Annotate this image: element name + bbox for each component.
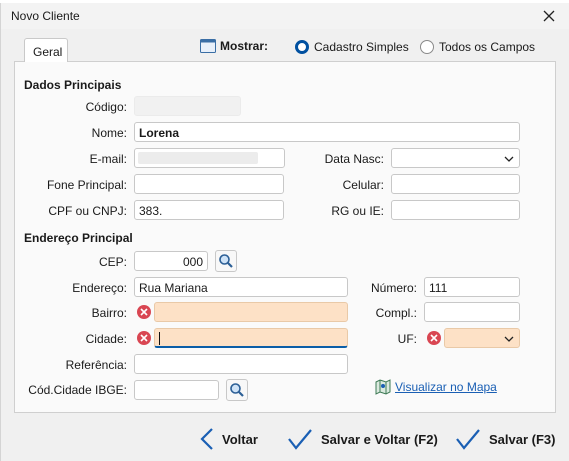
radio-todos-campos-label: Todos os Campos xyxy=(439,40,536,54)
uf-select[interactable] xyxy=(444,328,520,348)
fone-label: Fone Principal: xyxy=(46,178,127,192)
cep-label: CEP: xyxy=(98,255,127,269)
chevron-left-icon xyxy=(200,428,213,450)
cep-field[interactable]: 000 xyxy=(134,251,208,271)
radio-cadastro-simples-label: Cadastro Simples xyxy=(314,40,409,54)
text-cursor xyxy=(159,332,160,345)
codigo-label: Código: xyxy=(85,100,127,114)
salvar-label: Salvar (F3) xyxy=(489,431,556,447)
map-icon xyxy=(375,379,391,395)
salvar-voltar-label: Salvar e Voltar (F2) xyxy=(321,431,438,447)
mostrar-label: Mostrar: xyxy=(220,39,269,53)
mostrar-group: Mostrar: xyxy=(200,39,268,53)
endereco-field[interactable]: Rua Mariana xyxy=(134,277,348,297)
compl-field[interactable] xyxy=(424,302,520,322)
voltar-label: Voltar xyxy=(222,431,258,447)
numero-field[interactable]: 111 xyxy=(424,277,520,297)
visualizar-mapa-label: Visualizar no Mapa xyxy=(395,380,497,394)
radio-unselected-icon xyxy=(420,40,434,54)
referencia-field[interactable] xyxy=(134,354,348,374)
cidade-field[interactable] xyxy=(154,328,348,348)
salvar-button[interactable]: Salvar (F3) xyxy=(455,427,555,451)
close-icon[interactable] xyxy=(539,6,559,26)
voltar-button[interactable]: Voltar xyxy=(200,427,258,451)
data-nasc-label: Data Nasc: xyxy=(324,152,384,166)
bairro-field[interactable] xyxy=(154,302,348,322)
codigo-field xyxy=(134,96,241,116)
window-title: Novo Cliente xyxy=(11,9,80,23)
bairro-label: Bairro: xyxy=(91,306,127,320)
data-nasc-select[interactable] xyxy=(391,148,520,168)
celular-field[interactable] xyxy=(391,174,520,194)
section-dados-principais: Dados Principais xyxy=(24,78,122,92)
search-icon xyxy=(219,254,233,268)
salvar-voltar-button[interactable]: Salvar e Voltar (F2) xyxy=(287,427,438,451)
error-icon xyxy=(137,331,151,345)
error-icon xyxy=(137,305,151,319)
nome-label: Nome: xyxy=(91,126,127,140)
radio-selected-icon xyxy=(295,40,309,54)
nome-field[interactable]: Lorena xyxy=(134,122,520,142)
celular-label: Celular: xyxy=(342,178,384,192)
window-icon xyxy=(200,39,216,53)
tab-geral-label: Geral xyxy=(33,45,63,59)
visualizar-mapa-link[interactable]: Visualizar no Mapa xyxy=(375,379,497,395)
ibge-field[interactable] xyxy=(134,380,219,400)
chevron-down-icon xyxy=(504,336,514,342)
redacted-email xyxy=(138,152,258,164)
search-cep-button[interactable] xyxy=(215,250,237,272)
fone-field[interactable] xyxy=(134,174,284,194)
ibge-label: Cód.Cidade IBGE: xyxy=(28,383,127,397)
checkmark-icon xyxy=(456,429,480,450)
section-endereco-principal: Endereço Principal xyxy=(24,231,133,245)
cpf-label: CPF ou CNPJ: xyxy=(48,204,127,218)
radio-cadastro-simples[interactable]: Cadastro Simples xyxy=(295,40,409,54)
search-icon xyxy=(230,383,244,397)
chevron-down-icon xyxy=(504,156,514,162)
cidade-label: Cidade: xyxy=(85,332,127,346)
uf-label: UF: xyxy=(397,332,417,346)
endereco-label: Endereço: xyxy=(72,281,127,295)
search-ibge-button[interactable] xyxy=(226,379,248,401)
numero-label: Número: xyxy=(370,281,417,295)
checkmark-icon xyxy=(288,429,312,450)
error-icon xyxy=(427,331,441,345)
compl-label: Compl.: xyxy=(375,306,417,320)
title-bar: Novo Cliente xyxy=(1,3,569,29)
referencia-label: Referência: xyxy=(65,358,127,372)
tab-geral[interactable]: Geral xyxy=(24,38,68,62)
email-label: E-mail: xyxy=(89,152,127,166)
rg-label: RG ou IE: xyxy=(331,204,384,218)
cpf-field[interactable]: 383. xyxy=(134,200,284,220)
rg-field[interactable] xyxy=(391,200,520,220)
radio-todos-campos[interactable]: Todos os Campos xyxy=(420,40,535,54)
